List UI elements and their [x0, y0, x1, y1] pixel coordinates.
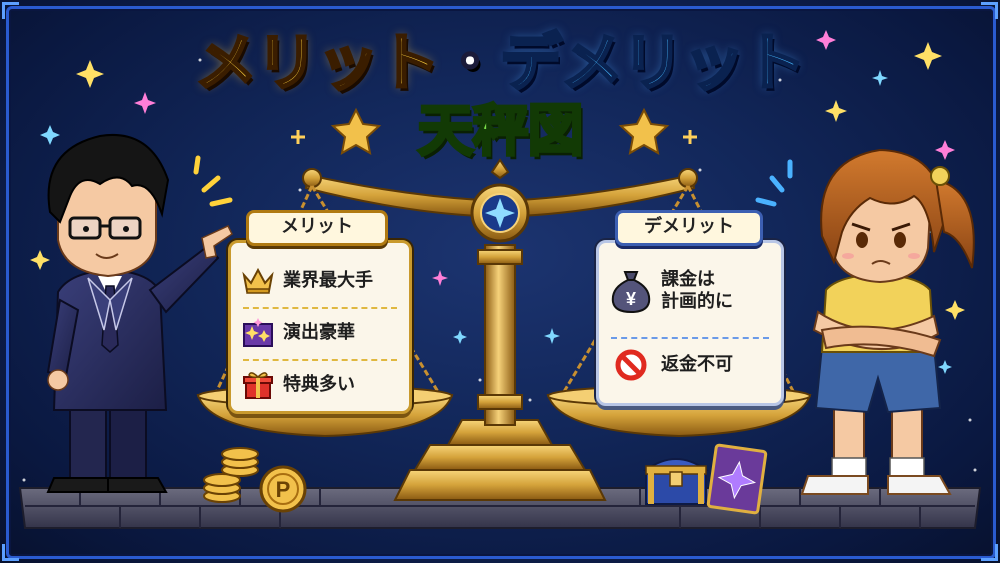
merit-item: 演出豪華: [241, 313, 355, 353]
merit-item-label: 特典多い: [283, 374, 355, 395]
yen-mark: ¥: [626, 289, 636, 309]
frame-corner: [981, 2, 998, 19]
demerit-item-label: 返金不可: [661, 354, 733, 375]
main-title: メリット・デメリット: [0, 26, 1000, 99]
merit-item-label: 業界最大手: [283, 270, 373, 291]
crown-icon: [241, 264, 275, 298]
title-merit: メリット: [193, 26, 441, 99]
merit-panel: 業界最大手 演出豪華 特典多い: [228, 240, 412, 414]
divider: [243, 307, 397, 309]
title-separator: ・: [437, 26, 502, 99]
divider: [611, 337, 769, 339]
demerit-item: 返金不可: [609, 345, 733, 385]
prohibited-icon: [609, 348, 653, 382]
demerit-tag: デメリット: [615, 210, 763, 246]
title-demerit: デメリット: [498, 26, 807, 99]
demerit-item-label: 課金は 計画的に: [661, 269, 733, 313]
demerit-item-label-line: 計画的に: [661, 291, 733, 312]
subtitle: 天秤図: [416, 98, 585, 165]
yen-money-bag-icon: ¥: [609, 269, 653, 314]
frame-corner: [2, 544, 19, 561]
merit-item: 特典多い: [241, 365, 355, 405]
sparkle-stage-icon: [241, 316, 275, 350]
frame-corner: [981, 544, 998, 561]
illustration: P メリット・デメリット 天秤図 業界最大手 演出豪華 特典多い メリット ¥ …: [0, 0, 1000, 563]
merit-item: 業界最大手: [241, 261, 373, 301]
frame-corner: [2, 2, 19, 19]
demerit-item: ¥ 課金は 計画的に: [609, 265, 733, 317]
demerit-item-label-line: 課金は: [661, 269, 715, 290]
merit-tag: メリット: [246, 210, 388, 246]
divider: [243, 359, 397, 361]
gift-box-icon: [241, 368, 275, 402]
demerit-panel: ¥ 課金は 計画的に 返金不可: [596, 240, 784, 406]
merit-item-label: 演出豪華: [283, 322, 355, 343]
